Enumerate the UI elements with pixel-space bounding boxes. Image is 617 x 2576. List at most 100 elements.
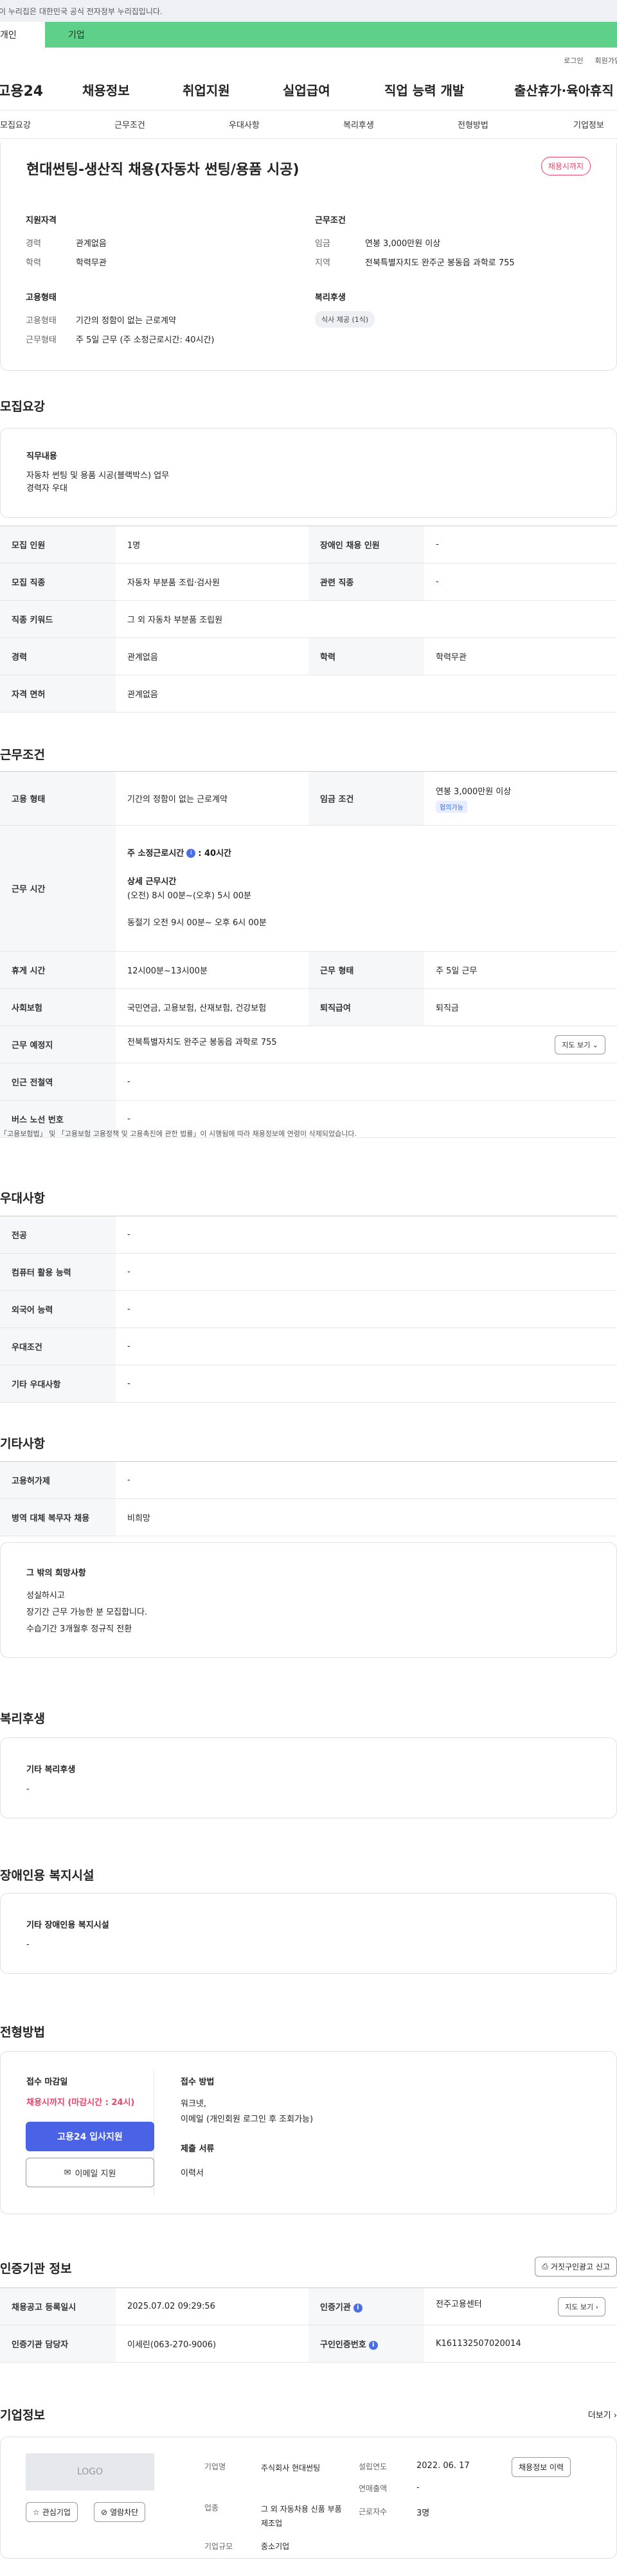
global-nav: 고용24 채용정보 취업지원 실업급여 직업 능력 개발 출산휴가·육아휴직	[0, 69, 617, 111]
table-row: 직종 키워드 그 외 자동차 부분품 조립원	[0, 600, 617, 638]
pref-title: 우대사항	[0, 1191, 45, 1205]
info-icon[interactable]: i	[368, 2340, 378, 2350]
summary-wage: 임금 연봉 3,000만원 이상	[315, 239, 441, 249]
tab-work[interactable]: 근무조건	[114, 118, 145, 130]
report-fake-ad-button[interactable]: ⎙ 거짓구인광고 신고	[535, 2257, 617, 2277]
disability-title: 장애인용 복지시설	[0, 1869, 94, 1883]
welfare-chip: 식사 제공 (1식)	[315, 311, 375, 328]
cond-title: 근무조건	[315, 216, 346, 226]
tab-company[interactable]: 기업정보	[573, 118, 604, 130]
table-row: 인증기관 담당자 이세린(063-270-9006) 구인인증번호 i K16113…	[0, 2325, 617, 2363]
duty-box: 직무내용 자동차 썬팅 및 용품 시공(블랙박스) 업무 경력자 우대	[0, 428, 617, 518]
info-icon[interactable]: i	[186, 849, 196, 858]
tab-welfare[interactable]: 복리후생	[343, 118, 374, 130]
chevron-right-icon: ›	[613, 2411, 617, 2421]
job-history-button[interactable]: 채용정보 이력	[512, 2457, 571, 2477]
util-links: 로그인 회원가입	[0, 55, 617, 69]
tab-recruit[interactable]: 모집요강	[0, 118, 31, 130]
other-title: 기타사항	[0, 1437, 45, 1451]
table-row: 고용허가제 -	[0, 1461, 617, 1499]
tab-pref[interactable]: 우대사항	[229, 118, 260, 130]
cert-title: 인증기관 정보	[0, 2262, 72, 2276]
report-icon: ⎙	[542, 2262, 548, 2271]
other-table: 고용허가제 - 병역 대체 복무자 채용 비희망	[0, 1461, 617, 1536]
disability-box: 기타 장애인용 복지시설 -	[0, 1893, 617, 1974]
gnb-item-jobs[interactable]: 채용정보	[82, 80, 130, 99]
gov-banner: 이 누리집은 대한민국 공식 전자정부 누리집입니다.	[0, 0, 617, 22]
deadline-badge: 채용시까지	[541, 157, 591, 175]
wage-cell: 연봉 3,000만원 이상 협의가능	[424, 771, 617, 826]
recruit-title: 모집요강	[0, 400, 45, 414]
duty-title: 직무내용	[26, 452, 57, 461]
org-map-button[interactable]: 지도 보기 ›	[558, 2296, 605, 2316]
deadline-value: 채용시까지 (마감시간 : 24시)	[26, 2098, 135, 2108]
company-more-link[interactable]: 더보기 ›	[588, 2408, 617, 2421]
usertype-enterprise[interactable]: 기업	[45, 22, 617, 48]
gnb-item-unemployment[interactable]: 실업급여	[283, 80, 330, 99]
pref-table: 전공 - 컴퓨터 활용 능력 - 외국어 능력 - 우대조건 - 기타 우대사항 -	[0, 1216, 617, 1403]
table-row: 경력 관계없음 학력 학력무관	[0, 637, 617, 675]
table-row: 사회보험 국민연금, 고용보험, 산재보험, 건강보험 퇴직급여 퇴직금	[0, 988, 617, 1026]
block-icon: ⊘	[101, 2507, 108, 2517]
wish-box: 그 밖의 희망사항 성실하시고 장기간 근무 가능한 분 모집합니다. 수습기간…	[0, 1542, 617, 1658]
gnb-item-training[interactable]: 직업 능력 개발	[384, 80, 464, 99]
table-row: 근무 시간 주 소정근로시간 i: 40시간 상세 근무시간 (오전) 8시 00…	[0, 825, 617, 952]
table-row: 전공 -	[0, 1216, 617, 1254]
email-apply-button[interactable]: ✉ 이메일 지원	[26, 2158, 154, 2187]
usertype-individual[interactable]: 개인	[0, 22, 45, 48]
gnb-item-leave[interactable]: 출산휴가·육아휴직	[514, 80, 614, 99]
table-row: 병역 대체 복무자 채용 비희망	[0, 1498, 617, 1536]
wish-lines: 성실하시고 장기간 근무 가능한 분 모집합니다. 수습기간 3개월후 정규직 …	[26, 1591, 148, 1634]
summary-career: 경력 관계없음	[26, 239, 107, 249]
summary-edu: 학력 학력무관	[26, 258, 107, 268]
table-row: 인근 전철역 -	[0, 1063, 617, 1101]
cert-table: 채용공고 등록일시 2025.07.02 09:29:56 인증기관 i 전주고용센…	[0, 2287, 617, 2363]
map-view-button[interactable]: 지도 보기 ⌄	[555, 1035, 605, 1054]
duty-line: 자동차 썬팅 및 용품 시공(블랙박스) 업무	[26, 471, 170, 481]
job-title: 현대썬팅-생산직 채용(자동차 썬팅/용품 시공)	[26, 162, 300, 178]
welfare-title: 복리후생	[315, 293, 346, 303]
duty-lines: 자동차 썬팅 및 용품 시공(블랙박스) 업무 경력자 우대	[26, 470, 169, 495]
company-title: 기업정보	[0, 2408, 45, 2422]
apply-button[interactable]: 고용24 입사지원	[26, 2122, 154, 2151]
mail-icon: ✉	[64, 2167, 71, 2178]
favorite-company-button[interactable]: ☆ 관심기업	[26, 2502, 78, 2522]
site-logo[interactable]: 고용24	[0, 80, 43, 100]
recruit-table: 모집 인원 1명 장애인 채용 인원 - 모집 직종 자동차 부분품 조립·검사원 관…	[0, 526, 617, 713]
join-link[interactable]: 회원가입	[595, 55, 617, 69]
gnb-item-employment-support[interactable]: 취업지원	[183, 80, 230, 99]
gov-banner-text: 이 누리집은 대한민국 공식 전자정부 누리집입니다.	[0, 6, 163, 16]
welfare-box: 기타 복리후생 -	[0, 1737, 617, 1818]
table-row: 근무 예정지 전북특별자치도 완주군 봉동읍 과학로 755 지도 보기 ⌄	[0, 1026, 617, 1063]
table-row: 우대조건 -	[0, 1328, 617, 1365]
table-row: 기타 우대사항 -	[0, 1365, 617, 1403]
info-icon[interactable]: i	[353, 2303, 362, 2313]
wage-negotiable-tag: 협의가능	[436, 800, 467, 813]
table-row: 휴게 시간 12시00분~13시00분 근무 형태 주 5일 근무	[0, 951, 617, 989]
table-row: 외국어 능력 -	[0, 1290, 617, 1328]
tab-process[interactable]: 전형방법	[458, 118, 488, 130]
place-cell: 전북특별자치도 완주군 봉동읍 과학로 755 지도 보기 ⌄	[116, 1026, 617, 1063]
star-icon: ☆	[33, 2507, 40, 2517]
table-row: 채용공고 등록일시 2025.07.02 09:29:56 인증기관 i 전주고용센…	[0, 2287, 617, 2325]
work-title: 근무조건	[0, 748, 45, 762]
login-link[interactable]: 로그인	[564, 55, 583, 69]
qual-title: 지원자격	[26, 216, 57, 226]
usertype-bar: 개인 기업	[0, 22, 617, 48]
summary-region: 지역 전북특별자치도 완주군 봉동읍 과학로 755	[315, 258, 515, 268]
summary-worktype: 근무형태 주 5일 근무 (주 소정근로시간: 40시간)	[26, 335, 215, 345]
duty-line: 경력자 우대	[26, 484, 67, 493]
table-row: 고용 형태 기간의 정함이 없는 근로계약 임금 조건 연봉 3,000만원 이…	[0, 771, 617, 826]
wish-title: 그 밖의 희망사항	[26, 1568, 86, 1578]
chevron-right-icon: ›	[595, 2302, 598, 2311]
age-note: 「고용보험법」 및 「고용보험 고용정책 및 고용촉진에 관한 법률」이 시행됨…	[0, 1130, 357, 1138]
process-title: 전형방법	[0, 2025, 45, 2039]
table-row: 모집 인원 1명 장애인 채용 인원 -	[0, 526, 617, 564]
section-tabs: 모집요강 근무조건 우대사항 복리후생 전형방법 기업정보	[0, 111, 617, 139]
welfare-section-title: 복리후생	[0, 1712, 45, 1726]
table-row: 모집 직종 자동차 부분품 조립·검사원 관련 직종 -	[0, 563, 617, 601]
block-view-button[interactable]: ⊘ 열람차단	[94, 2502, 146, 2522]
emp-title: 고용형태	[26, 293, 57, 303]
hours-cell: 주 소정근로시간 i: 40시간 상세 근무시간 (오전) 8시 00분~(오후)…	[116, 825, 617, 952]
chevron-down-icon: ⌄	[592, 1040, 598, 1049]
